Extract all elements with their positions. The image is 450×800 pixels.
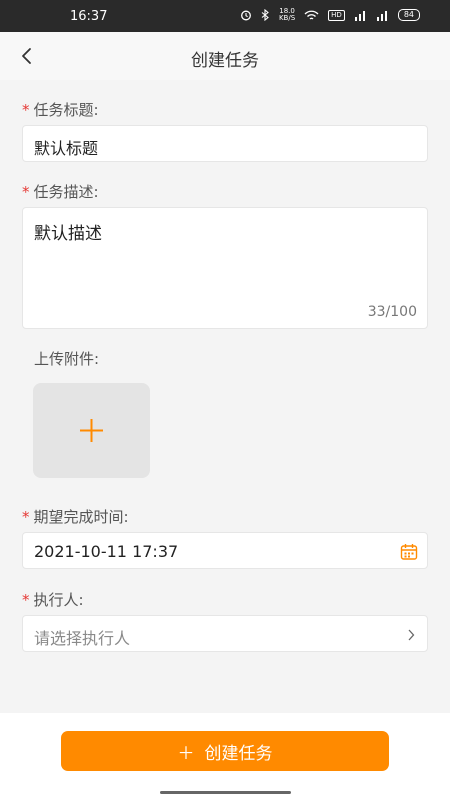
status-bar: 16:37 18.0 KB/S HD 84 xyxy=(0,0,450,32)
create-task-label: 创建任务 xyxy=(204,743,273,764)
status-icons: 18.0 KB/S HD 84 xyxy=(240,8,420,22)
signal-icon-2 xyxy=(376,10,387,21)
required-mark: * xyxy=(22,508,30,526)
due-time-label: * 期望完成时间: xyxy=(22,508,129,526)
assignee-select[interactable]: 请选择执行人 xyxy=(22,615,428,652)
plus-icon: ＋ xyxy=(177,743,195,764)
alarm-icon xyxy=(241,10,251,21)
calendar-icon[interactable] xyxy=(400,543,418,561)
char-counter: 33/100 xyxy=(367,304,417,320)
task-description-value: 默认描述 xyxy=(34,224,102,244)
due-time-picker[interactable]: 2021-10-11 17:37 xyxy=(22,532,428,569)
footer-bar: ＋ 创建任务 xyxy=(0,713,450,800)
task-description-label: * 任务描述: xyxy=(22,183,99,201)
required-mark: * xyxy=(22,591,30,609)
nav-bar: 创建任务 xyxy=(0,32,450,80)
attachment-label: 上传附件: xyxy=(34,350,100,368)
task-title-label: * 任务标题: xyxy=(22,101,99,119)
create-task-button[interactable]: ＋ 创建任务 xyxy=(61,731,389,771)
wifi-icon xyxy=(304,10,319,20)
required-mark: * xyxy=(22,101,30,119)
due-time-value: 2021-10-11 17:37 xyxy=(34,542,179,561)
home-indicator[interactable] xyxy=(160,791,291,794)
hd-icon: HD xyxy=(328,9,345,21)
battery-icon: 84 xyxy=(397,9,420,21)
task-title-value: 默认标题 xyxy=(34,139,99,158)
upload-attachment-button[interactable] xyxy=(33,383,150,478)
task-title-input[interactable]: 默认标题 xyxy=(22,125,428,162)
plus-icon xyxy=(80,419,103,442)
page-title: 创建任务 xyxy=(191,51,259,71)
assignee-label: * 执行人: xyxy=(22,591,84,609)
bluetooth-icon xyxy=(261,9,269,21)
assignee-placeholder: 请选择执行人 xyxy=(34,629,131,648)
required-mark: * xyxy=(22,183,30,201)
task-description-textarea[interactable]: 默认描述 33/100 xyxy=(22,207,428,329)
chevron-right-icon xyxy=(408,629,415,641)
status-time: 16:37 xyxy=(70,9,108,24)
network-speed: 18.0 KB/S xyxy=(278,7,296,22)
signal-icon xyxy=(354,10,365,21)
